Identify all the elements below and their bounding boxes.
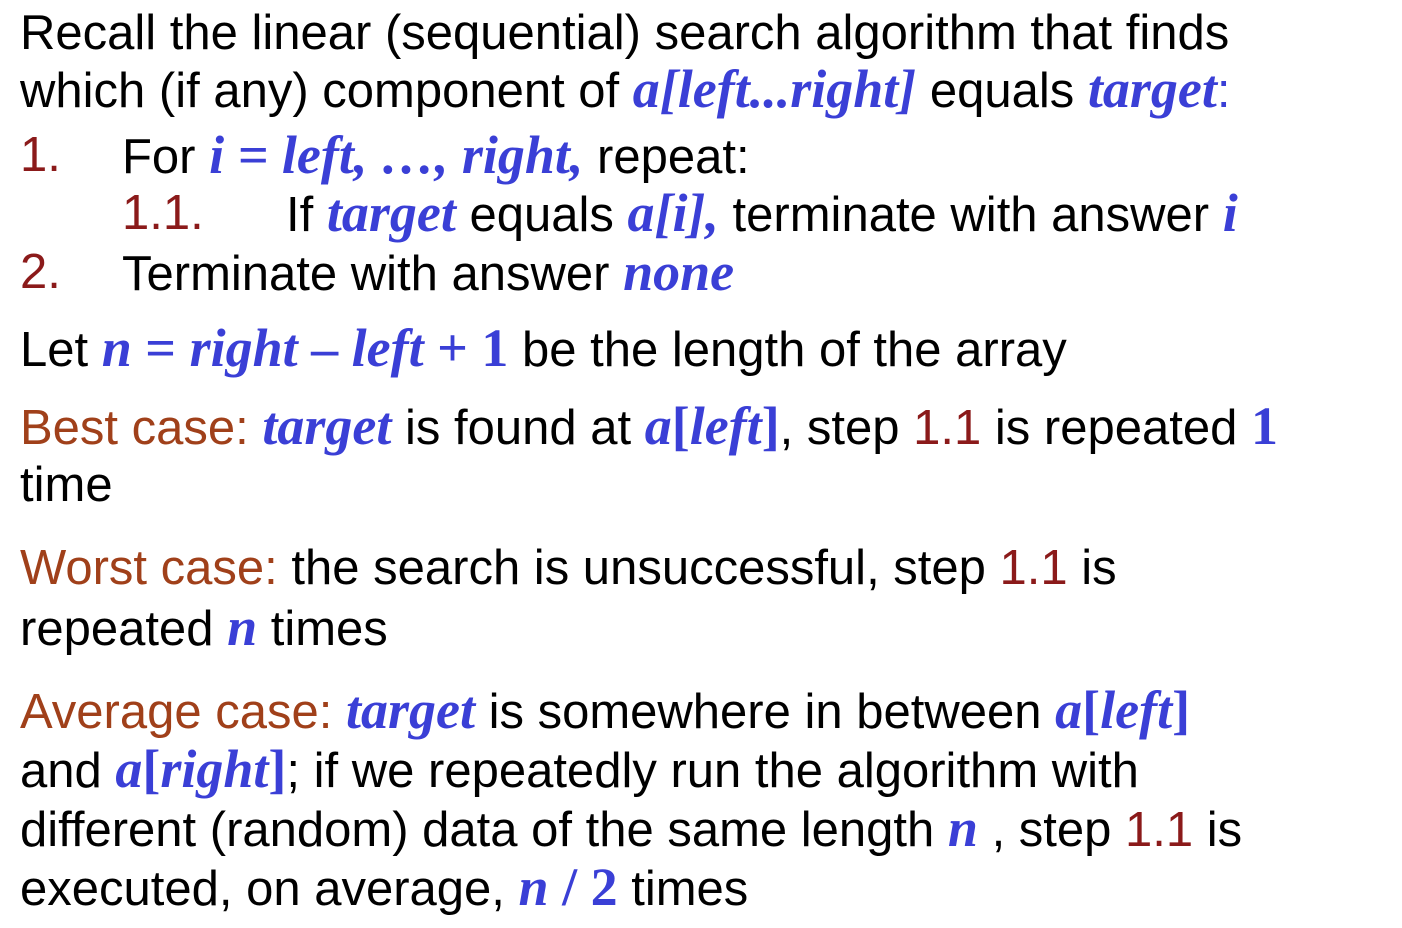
n-variable: n — [101, 318, 132, 378]
best-repeated-text: is repeated — [981, 401, 1251, 455]
average-repeatedly-text: ; if we repeatedly run the algorithm wit… — [286, 744, 1139, 798]
step-1-for: For — [122, 130, 210, 184]
a-left-open-bracket: [ — [1082, 680, 1101, 740]
step-2-terminate: Terminate with answer — [122, 247, 624, 301]
a-left-close-bracket: ] — [761, 396, 780, 456]
step-1-1-terminate: terminate with answer — [718, 188, 1223, 242]
let-text: Let — [20, 323, 102, 377]
best-case-line-2: time — [20, 456, 113, 514]
intro-colon: : — [1216, 64, 1231, 118]
one-value: 1 — [1250, 396, 1278, 456]
a-right-close-bracket: ] — [268, 739, 287, 799]
average-case-line-2: and a[right]; if we repeatedly run the a… — [20, 740, 1139, 800]
best-case-label: Best case: — [20, 401, 249, 455]
a-left-index: left — [1100, 680, 1173, 740]
n-variable: n — [947, 798, 978, 858]
best-step-text: , step — [779, 401, 914, 455]
step-reference: 1.1 — [999, 541, 1068, 595]
target-variable: target — [262, 396, 392, 456]
step-1: 1. For i = left, …, right, repeat: — [20, 126, 750, 184]
minus-sign: – — [297, 318, 352, 378]
right-variable: right — [189, 318, 298, 378]
average-is-text: is — [1193, 803, 1243, 857]
plus-one: + 1 — [423, 318, 509, 378]
left-variable: left — [351, 318, 424, 378]
a-right-index: right — [160, 739, 269, 799]
average-case-line-3: different (random) data of the same leng… — [20, 799, 1242, 859]
average-different-text: different (random) data of the same leng… — [20, 803, 948, 857]
step-1-1-number: 1.1. — [122, 186, 204, 240]
i-variable: i — [1222, 183, 1238, 243]
loop-range-expression: i = left, …, right, — [209, 125, 584, 185]
average-case-label: Average case: — [20, 685, 333, 739]
step-1-1-if: If — [286, 188, 327, 242]
target-variable: target — [1087, 59, 1217, 119]
average-executed-text: executed, on average, — [20, 862, 519, 916]
step-2-body: Terminate with answer none — [122, 243, 734, 303]
a-i-expression: a[i], — [627, 183, 719, 243]
average-step-text: , step — [977, 803, 1126, 857]
step-reference: 1.1 — [913, 401, 982, 455]
worst-times-text: times — [257, 602, 388, 656]
average-and-text: and — [20, 744, 116, 798]
target-variable: target — [345, 680, 475, 740]
a-right-open-bracket: [ — [142, 739, 161, 799]
worst-case-label: Worst case: — [20, 541, 278, 595]
a-left-index: left — [689, 396, 762, 456]
intro-line-1: Recall the linear (sequential) search al… — [20, 4, 1229, 62]
average-between-text: is somewhere in between — [474, 685, 1056, 739]
worst-is-text: is — [1067, 541, 1117, 595]
a-left-close-bracket: ] — [1172, 680, 1191, 740]
step-1-number: 1. — [20, 128, 61, 182]
step-2-number: 2. — [20, 245, 61, 299]
a-left-a: a — [1055, 680, 1083, 740]
worst-case-line-2: repeated n times — [20, 598, 388, 658]
step-1-1-equals: equals — [455, 188, 628, 242]
average-case-line-4: executed, on average, n / 2 times — [20, 858, 748, 918]
none-value: none — [623, 242, 735, 302]
step-1-repeat: repeat: — [583, 130, 750, 184]
step-2: 2. Terminate with answer none — [20, 243, 734, 301]
n-variable: n — [227, 597, 258, 657]
a-left-open-bracket: [ — [671, 396, 690, 456]
best-found-text: is found at — [391, 401, 645, 455]
n-variable: n — [518, 857, 549, 917]
target-variable: target — [326, 183, 456, 243]
intro-text-2: which (if any) component of — [20, 64, 633, 118]
length-text: be the length of the array — [508, 323, 1067, 377]
average-case-line-1: Average case: target is somewhere in bet… — [20, 681, 1190, 741]
intro-text-1: Recall the linear (sequential) search al… — [20, 6, 1230, 60]
worst-repeated-text: repeated — [20, 602, 228, 656]
best-time-text: time — [20, 458, 113, 512]
step-reference: 1.1 — [1125, 803, 1194, 857]
equals-sign: = — [131, 318, 190, 378]
a-right-a: a — [115, 739, 143, 799]
average-times-text: times — [617, 862, 749, 916]
array-range-expression: a[left...right] — [632, 59, 917, 119]
intro-line-2: which (if any) component of a[left...rig… — [20, 60, 1231, 120]
a-left-a: a — [644, 396, 672, 456]
intro-equals-text: equals — [916, 64, 1088, 118]
step-1-1-body: If target equals a[i], terminate with an… — [286, 184, 1238, 244]
worst-case-line-1: Worst case: the search is unsuccessful, … — [20, 539, 1117, 597]
worst-unsuccessful-text: the search is unsuccessful, step — [277, 541, 1000, 595]
best-case-line-1: Best case: target is found at a[left], s… — [20, 397, 1278, 457]
step-1-body: For i = left, …, right, repeat: — [122, 126, 750, 186]
divide-by-two: / 2 — [548, 857, 618, 917]
length-definition: Let n = right – left + 1 be the length o… — [20, 319, 1067, 379]
